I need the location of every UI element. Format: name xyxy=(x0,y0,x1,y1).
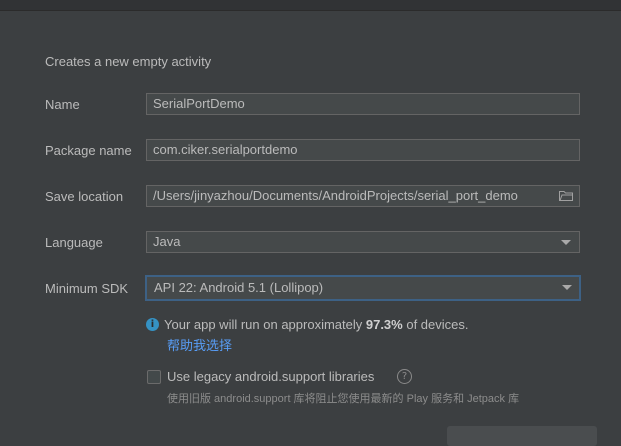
language-dropdown[interactable]: Java xyxy=(146,231,580,253)
chevron-down-icon xyxy=(562,285,572,290)
name-field[interactable]: SerialPortDemo xyxy=(146,93,580,115)
save-location-label: Save location xyxy=(45,189,124,204)
help-icon[interactable]: ? xyxy=(397,369,412,384)
package-name-field[interactable]: com.ciker.serialportdemo xyxy=(146,139,580,161)
info-icon: i xyxy=(146,318,159,331)
name-field-value: SerialPortDemo xyxy=(153,96,245,111)
minimum-sdk-label: Minimum SDK xyxy=(45,281,129,296)
help-me-choose-link[interactable]: 帮助我选择 xyxy=(167,335,232,354)
legacy-support-checkbox[interactable] xyxy=(147,370,161,384)
chevron-down-icon xyxy=(561,240,571,245)
language-label: Language xyxy=(45,235,103,250)
coverage-percent: 97.3% xyxy=(365,317,403,332)
coverage-prefix: Your app will run on approximately xyxy=(164,317,366,332)
language-value: Java xyxy=(153,234,181,249)
package-name-label: Package name xyxy=(45,143,132,158)
minimum-sdk-value: API 22: Android 5.1 (Lollipop) xyxy=(154,280,324,295)
device-coverage-text: Your app will run on approximately 97.3%… xyxy=(164,317,469,332)
package-name-value: com.ciker.serialportdemo xyxy=(153,142,298,157)
coverage-suffix: of devices. xyxy=(402,317,469,332)
legacy-support-label[interactable]: Use legacy android.support libraries xyxy=(167,369,374,384)
legacy-support-note: 使用旧版 android.support 库将阻止您使用最新的 Play 服务和… xyxy=(167,393,520,405)
dialog-top-bar xyxy=(0,0,621,11)
name-label: Name xyxy=(45,97,80,112)
folder-icon[interactable] xyxy=(559,190,573,201)
dialog-button[interactable] xyxy=(447,426,597,446)
save-location-value: /Users/jinyazhou/Documents/AndroidProjec… xyxy=(153,188,518,203)
template-description: Creates a new empty activity xyxy=(45,54,212,69)
save-location-field[interactable]: /Users/jinyazhou/Documents/AndroidProjec… xyxy=(146,185,580,207)
minimum-sdk-dropdown[interactable]: API 22: Android 5.1 (Lollipop) xyxy=(145,275,581,301)
